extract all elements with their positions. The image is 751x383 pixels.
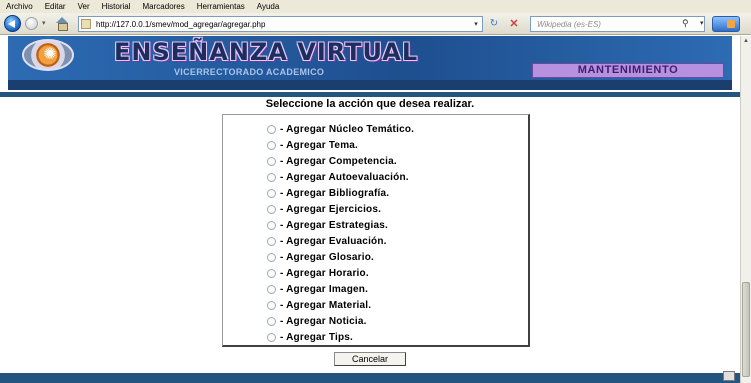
radio-button[interactable] <box>267 125 276 134</box>
radio-button[interactable] <box>267 237 276 246</box>
banner-stripe <box>8 80 732 90</box>
search-placeholder: Wikipedia (es-ES) <box>537 19 601 29</box>
menu-ver[interactable]: Ver <box>78 2 90 11</box>
option-agregar-material[interactable]: - Agregar Material. <box>267 298 371 313</box>
site-subtitle: VICERRECTORADO ACADEMICO <box>174 67 325 77</box>
option-label: - Agregar Glosario. <box>280 252 375 263</box>
radio-button[interactable] <box>267 221 276 230</box>
cancel-button[interactable]: Cancelar <box>334 352 406 366</box>
radio-button[interactable] <box>267 205 276 214</box>
history-dropdown-icon[interactable]: ▾ <box>42 19 46 27</box>
section-tag: MANTENIMIENTO <box>532 63 724 78</box>
option-agregar-tema[interactable]: - Agregar Tema. <box>267 138 358 153</box>
search-engine-dropdown-icon[interactable]: ▾ <box>700 19 704 27</box>
option-agregar-autoevaluacion[interactable]: - Agregar Autoevaluación. <box>267 170 409 185</box>
radio-button[interactable] <box>267 141 276 150</box>
option-label: - Agregar Núcleo Temático. <box>280 124 415 135</box>
menu-editar[interactable]: Editar <box>45 2 66 11</box>
radio-button[interactable] <box>267 189 276 198</box>
site-banner: ✺ ENSEÑANZA VIRTUAL VICERRECTORADO ACADE… <box>8 36 732 90</box>
footer-bar <box>0 373 740 383</box>
home-icon[interactable] <box>55 17 69 31</box>
option-agregar-nucleo-tematico[interactable]: - Agregar Núcleo Temático. <box>267 122 414 137</box>
forward-arrow-icon[interactable] <box>25 17 38 30</box>
menu-marcadores[interactable]: Marcadores <box>143 2 185 11</box>
option-label: - Agregar Bibliografía. <box>280 188 390 199</box>
option-agregar-imagen[interactable]: - Agregar Imagen. <box>267 282 368 297</box>
back-arrow-icon[interactable] <box>4 15 21 32</box>
search-input[interactable]: Wikipedia (es-ES) <box>530 16 705 32</box>
menu-historial[interactable]: Historial <box>102 2 131 11</box>
scroll-up-arrow-icon[interactable]: ▲ <box>742 37 750 45</box>
radio-button[interactable] <box>267 301 276 310</box>
url-dropdown-icon[interactable]: ▾ <box>470 20 482 28</box>
option-agregar-evaluacion[interactable]: - Agregar Evaluación. <box>267 234 387 249</box>
option-agregar-horario[interactable]: - Agregar Horario. <box>267 266 369 281</box>
option-agregar-tips[interactable]: - Agregar Tips. <box>267 330 353 345</box>
option-label: - Agregar Autoevaluación. <box>280 172 409 183</box>
radio-button[interactable] <box>267 317 276 326</box>
menu-archivo[interactable]: Archivo <box>6 2 33 11</box>
option-agregar-ejercicios[interactable]: - Agregar Ejercicios. <box>267 202 381 217</box>
navigation-toolbar: ▾ http://127.0.0.1/smev/mod_agregar/agre… <box>0 13 751 35</box>
radio-button[interactable] <box>267 333 276 342</box>
option-label: - Agregar Imagen. <box>280 284 369 295</box>
option-label: - Agregar Tema. <box>280 140 359 151</box>
menu-herramientas[interactable]: Herramientas <box>197 2 245 11</box>
action-prompt: Seleccione la acción que desea realizar. <box>265 98 475 110</box>
option-label: - Agregar Ejercicios. <box>280 204 382 215</box>
option-agregar-bibliografia[interactable]: - Agregar Bibliografía. <box>267 186 389 201</box>
option-label: - Agregar Horario. <box>280 268 369 279</box>
page-favicon-icon <box>81 19 91 29</box>
option-label: - Agregar Noticia. <box>280 316 367 327</box>
page-viewport: ✺ ENSEÑANZA VIRTUAL VICERRECTORADO ACADE… <box>0 36 740 383</box>
option-agregar-estrategias[interactable]: - Agregar Estrategias. <box>267 218 388 233</box>
option-label: - Agregar Evaluación. <box>280 236 387 247</box>
option-agregar-competencia[interactable]: - Agregar Competencia. <box>267 154 397 169</box>
option-agregar-glosario[interactable]: - Agregar Glosario. <box>267 250 374 265</box>
header-divider <box>0 92 740 97</box>
reload-icon[interactable]: ↻ <box>486 17 502 31</box>
search-icon[interactable]: ⚲ <box>682 18 692 28</box>
site-title: ENSEÑANZA VIRTUAL <box>114 38 419 66</box>
radio-button[interactable] <box>267 285 276 294</box>
url-bar[interactable]: http://127.0.0.1/smev/mod_agregar/agrega… <box>78 16 483 32</box>
stop-icon[interactable]: ✕ <box>506 17 522 31</box>
option-label: - Agregar Tips. <box>280 332 354 343</box>
radio-button[interactable] <box>267 173 276 182</box>
action-options-box: - Agregar Núcleo Temático. - Agregar Tem… <box>222 114 530 347</box>
scrollbar-thumb[interactable] <box>742 282 750 377</box>
url-text[interactable]: http://127.0.0.1/smev/mod_agregar/agrega… <box>96 20 470 29</box>
radio-button[interactable] <box>267 253 276 262</box>
menu-ayuda[interactable]: Ayuda <box>257 2 280 11</box>
logo-emblem-icon: ✺ <box>43 46 57 63</box>
radio-button[interactable] <box>267 157 276 166</box>
addon-icon[interactable] <box>712 16 740 32</box>
option-agregar-noticia[interactable]: - Agregar Noticia. <box>267 314 367 329</box>
option-label: - Agregar Estrategias. <box>280 220 388 231</box>
browser-menubar: Archivo Editar Ver Historial Marcadores … <box>0 0 751 13</box>
option-label: - Agregar Material. <box>280 300 372 311</box>
status-page-icon <box>723 371 735 381</box>
option-label: - Agregar Competencia. <box>280 156 397 167</box>
radio-button[interactable] <box>267 269 276 278</box>
vertical-scrollbar[interactable]: ▲ <box>740 36 751 383</box>
